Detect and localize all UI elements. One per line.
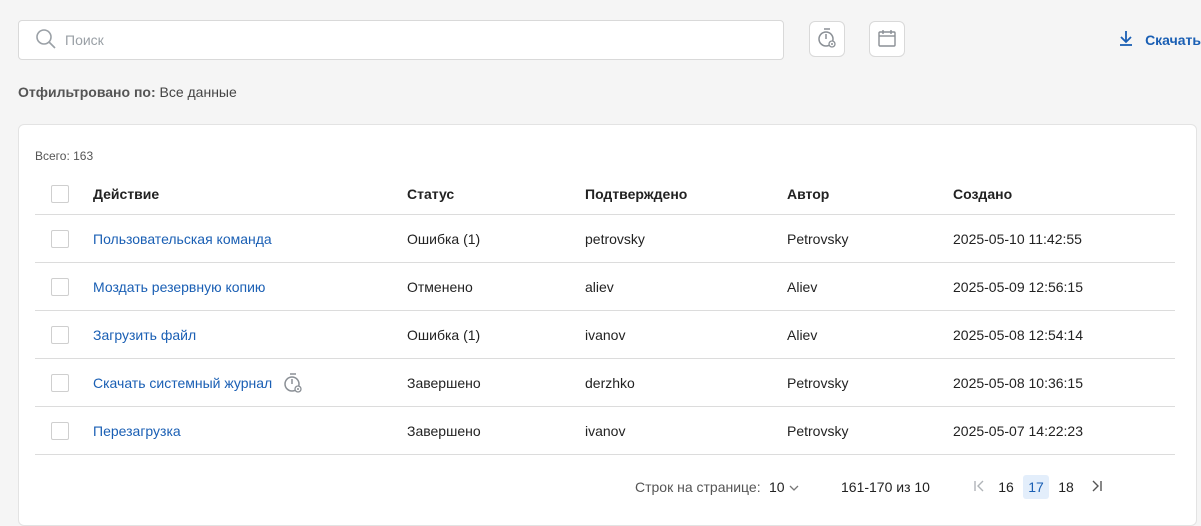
confirmed-cell: ivanov <box>585 326 626 343</box>
table-row: Моздать резервную копию Отменено aliev A… <box>35 263 1175 311</box>
action-link[interactable]: Пользовательская команда <box>93 215 272 262</box>
column-header-author[interactable]: Автор <box>787 173 829 214</box>
page-button-17[interactable]: 17 <box>1023 475 1049 499</box>
author-cell: Petrovsky <box>787 422 849 439</box>
column-header-created[interactable]: Создано <box>953 173 1012 214</box>
first-page-icon[interactable] <box>973 479 985 496</box>
author-cell: Petrovsky <box>787 230 849 247</box>
rows-per-page-label: Строк на странице: <box>635 479 761 495</box>
created-cell: 2025-05-08 10:36:15 <box>953 374 1083 391</box>
author-cell: Petrovsky <box>787 374 849 391</box>
action-link[interactable]: Скачать системный журнал <box>93 375 272 391</box>
status-cell: Завершено <box>407 422 481 439</box>
action-link[interactable]: Перезагрузка <box>93 407 181 454</box>
confirmed-cell: aliev <box>585 278 614 295</box>
filter-summary: Отфильтровано по: Все данные <box>18 84 237 100</box>
created-cell: 2025-05-08 12:54:14 <box>953 326 1083 343</box>
actions-card: Всего: 163 Действие Статус Подтверждено … <box>18 124 1197 526</box>
table-row: Перезагрузка Завершено ivanov Petrovsky … <box>35 407 1175 455</box>
timer-settings-icon <box>282 372 304 394</box>
date-filter-button[interactable] <box>869 21 905 57</box>
pagination: Строк на странице: 10 161-170 из 10 16 1… <box>19 475 1198 499</box>
confirmed-cell: petrovsky <box>585 230 645 247</box>
created-cell: 2025-05-09 12:56:15 <box>953 278 1083 295</box>
search-icon <box>35 28 57 53</box>
action-cell: Скачать системный журнал <box>93 359 304 406</box>
page-button-16[interactable]: 16 <box>993 475 1019 499</box>
status-cell: Ошибка (1) <box>407 326 481 343</box>
created-cell: 2025-05-07 14:22:23 <box>953 422 1083 439</box>
filter-label: Отфильтровано по: <box>18 84 156 100</box>
download-icon <box>1119 30 1145 49</box>
author-cell: Aliev <box>787 278 818 295</box>
timer-settings-icon <box>816 27 838 52</box>
created-cell: 2025-05-10 11:42:55 <box>953 230 1082 247</box>
table-row: Скачать системный журнал Завершено derzh… <box>35 359 1175 407</box>
calendar-icon <box>877 28 897 51</box>
author-cell: Aliev <box>787 326 818 343</box>
column-header-status[interactable]: Статус <box>407 173 454 214</box>
download-button[interactable]: Скачать <box>1119 30 1201 49</box>
table-row: Пользовательская команда Ошибка (1) petr… <box>35 215 1175 263</box>
row-checkbox[interactable] <box>51 277 69 296</box>
column-header-action[interactable]: Действие <box>93 173 159 214</box>
rows-per-page-select[interactable]: 10 <box>769 479 799 495</box>
action-link[interactable]: Моздать резервную копию <box>93 263 265 310</box>
page-button-18[interactable]: 18 <box>1053 475 1079 499</box>
page-range: 161-170 из 10 <box>841 479 930 495</box>
toolbar: Скачать <box>18 20 1201 60</box>
table-row: Загрузить файл Ошибка (1) ivanov Aliev 2… <box>35 311 1175 359</box>
column-header-confirmed[interactable]: Подтверждено <box>585 173 687 214</box>
total-count: Всего: 163 <box>35 149 94 163</box>
filter-value: Все данные <box>159 84 237 100</box>
last-page-icon[interactable] <box>1091 479 1103 496</box>
confirmed-cell: ivanov <box>585 422 626 439</box>
status-cell: Отменено <box>407 278 473 295</box>
confirmed-cell: derzhko <box>585 374 635 391</box>
chevron-down-icon <box>789 479 799 495</box>
row-checkbox[interactable] <box>51 421 69 440</box>
action-link[interactable]: Загрузить файл <box>93 311 196 358</box>
row-checkbox[interactable] <box>51 325 69 344</box>
scheduled-filter-button[interactable] <box>809 21 845 57</box>
status-cell: Ошибка (1) <box>407 230 481 247</box>
row-checkbox[interactable] <box>51 373 69 392</box>
search-box[interactable] <box>18 20 784 60</box>
table-header: Действие Статус Подтверждено Автор Созда… <box>35 173 1175 215</box>
rows-per-page-value: 10 <box>769 479 785 495</box>
search-input[interactable] <box>65 32 745 48</box>
download-label: Скачать <box>1145 31 1201 48</box>
select-all-checkbox[interactable] <box>51 184 69 203</box>
actions-table: Действие Статус Подтверждено Автор Созда… <box>35 173 1175 455</box>
status-cell: Завершено <box>407 374 481 391</box>
row-checkbox[interactable] <box>51 229 69 248</box>
